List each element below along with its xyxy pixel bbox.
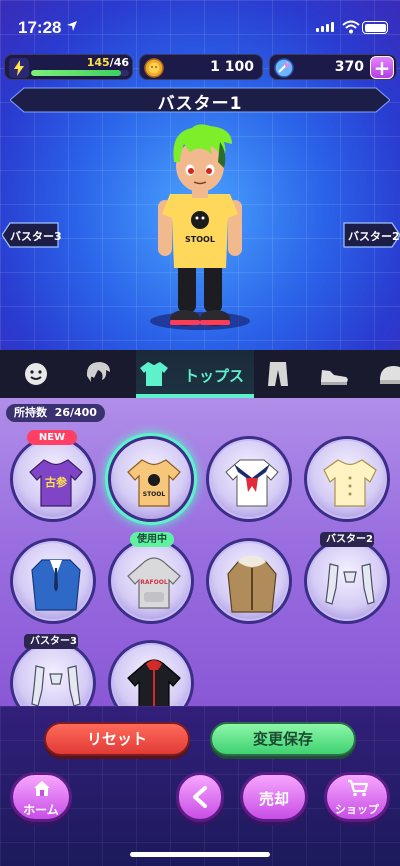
shop-button[interactable]: ショップ <box>324 772 390 822</box>
energy-bar <box>31 70 129 76</box>
item-slot[interactable] <box>304 538 390 624</box>
lightning-icon <box>9 58 29 78</box>
purple-shirt-icon: 古参 <box>29 459 83 507</box>
wifi-icon <box>342 20 360 34</box>
owned-count: 所持数 26/400 <box>6 404 105 422</box>
hoodie-icon: RAFOOL <box>127 557 181 609</box>
item-slot-selected[interactable]: STOOL <box>108 436 194 522</box>
coin-icon <box>144 58 164 78</box>
character-title: バスター1 <box>157 94 243 114</box>
sell-button[interactable]: 売却 <box>240 772 308 822</box>
gem-value: 370 <box>334 59 364 75</box>
shopping-cart-icon <box>348 779 369 797</box>
sell-label: 売却 <box>258 790 289 808</box>
coin-counter: 1 100 <box>139 54 263 80</box>
home-label: ホーム <box>23 803 59 817</box>
suit-jacket-icon <box>31 559 81 611</box>
item-slot[interactable]: RAFOOL <box>108 538 194 624</box>
gem-orb-icon <box>274 58 294 78</box>
character-avatar[interactable]: STOOL <box>140 122 260 332</box>
shoes-icon[interactable] <box>318 358 350 390</box>
item-slot[interactable] <box>10 640 96 706</box>
prev-character-label: バスター3 <box>10 230 62 243</box>
hair-icon[interactable] <box>82 358 114 390</box>
item-slot[interactable] <box>206 436 292 522</box>
svg-text:STOOL: STOOL <box>143 491 166 498</box>
battery-icon <box>362 21 388 34</box>
status-bar: 17:28 <box>0 0 400 50</box>
blouse-icon <box>323 459 377 507</box>
category-tab-bar: トップス <box>0 350 400 398</box>
prev-character-button[interactable]: バスター3 <box>2 222 62 248</box>
character-title-banner: バスター1 <box>10 86 390 114</box>
svg-text:STOOL: STOOL <box>185 235 215 244</box>
save-changes-button[interactable]: 変更保存 <box>210 722 356 756</box>
yellow-shirt-icon: STOOL <box>127 459 181 507</box>
chevron-left-icon <box>193 786 207 808</box>
item-slot[interactable]: 古参 <box>10 436 96 522</box>
coin-value: 1 100 <box>210 59 254 75</box>
inventory-grid: 所持数 26/400 古参 NEW STOOL RAFOOL 使用中 バスター2… <box>0 398 400 706</box>
robot-arms-icon <box>31 665 81 706</box>
svg-text:RAFOOL: RAFOOL <box>140 579 168 586</box>
in-use-badge: 使用中 <box>130 532 174 547</box>
parka-icon <box>227 556 277 613</box>
item-slot[interactable] <box>206 538 292 624</box>
item-slot[interactable] <box>108 640 194 706</box>
buster-2-badge: バスター2 <box>320 532 374 547</box>
home-icon <box>34 781 50 796</box>
reset-button[interactable]: リセット <box>44 722 190 756</box>
svg-text:古参: 古参 <box>45 475 68 489</box>
cellular-signal-icon <box>316 22 334 32</box>
hat-icon[interactable] <box>376 358 400 390</box>
buster-3-badge: バスター3 <box>24 634 78 649</box>
energy-bar-fill <box>31 70 122 76</box>
shirt-icon[interactable] <box>138 358 170 390</box>
robot-arms-icon <box>325 563 375 605</box>
next-character-button[interactable]: バスター2 <box>342 222 400 248</box>
add-gems-button[interactable]: + <box>370 56 394 79</box>
character-stage: 17:28 145/46 1 100 370 + バスター1 バスター3 バスタ… <box>0 0 400 350</box>
new-badge: NEW <box>27 430 77 445</box>
pants-icon[interactable] <box>262 358 294 390</box>
tab-tops-label[interactable]: トップス <box>184 365 244 386</box>
clock: 17:28 <box>18 18 62 37</box>
energy-meter: 145/46 <box>4 54 133 80</box>
shop-label: ショップ <box>335 803 379 816</box>
home-indicator <box>130 852 270 857</box>
item-slot[interactable] <box>10 538 96 624</box>
home-button[interactable]: ホーム <box>10 772 72 822</box>
energy-value: 145/46 <box>86 56 129 69</box>
back-button[interactable] <box>176 772 224 822</box>
sailor-shirt-icon <box>225 459 279 507</box>
gem-counter: 370 + <box>269 54 397 80</box>
next-character-label: バスター2 <box>348 230 400 243</box>
black-jacket-icon <box>127 659 181 706</box>
face-icon[interactable] <box>20 358 52 390</box>
item-slot[interactable] <box>304 436 390 522</box>
location-arrow-icon <box>67 21 77 31</box>
